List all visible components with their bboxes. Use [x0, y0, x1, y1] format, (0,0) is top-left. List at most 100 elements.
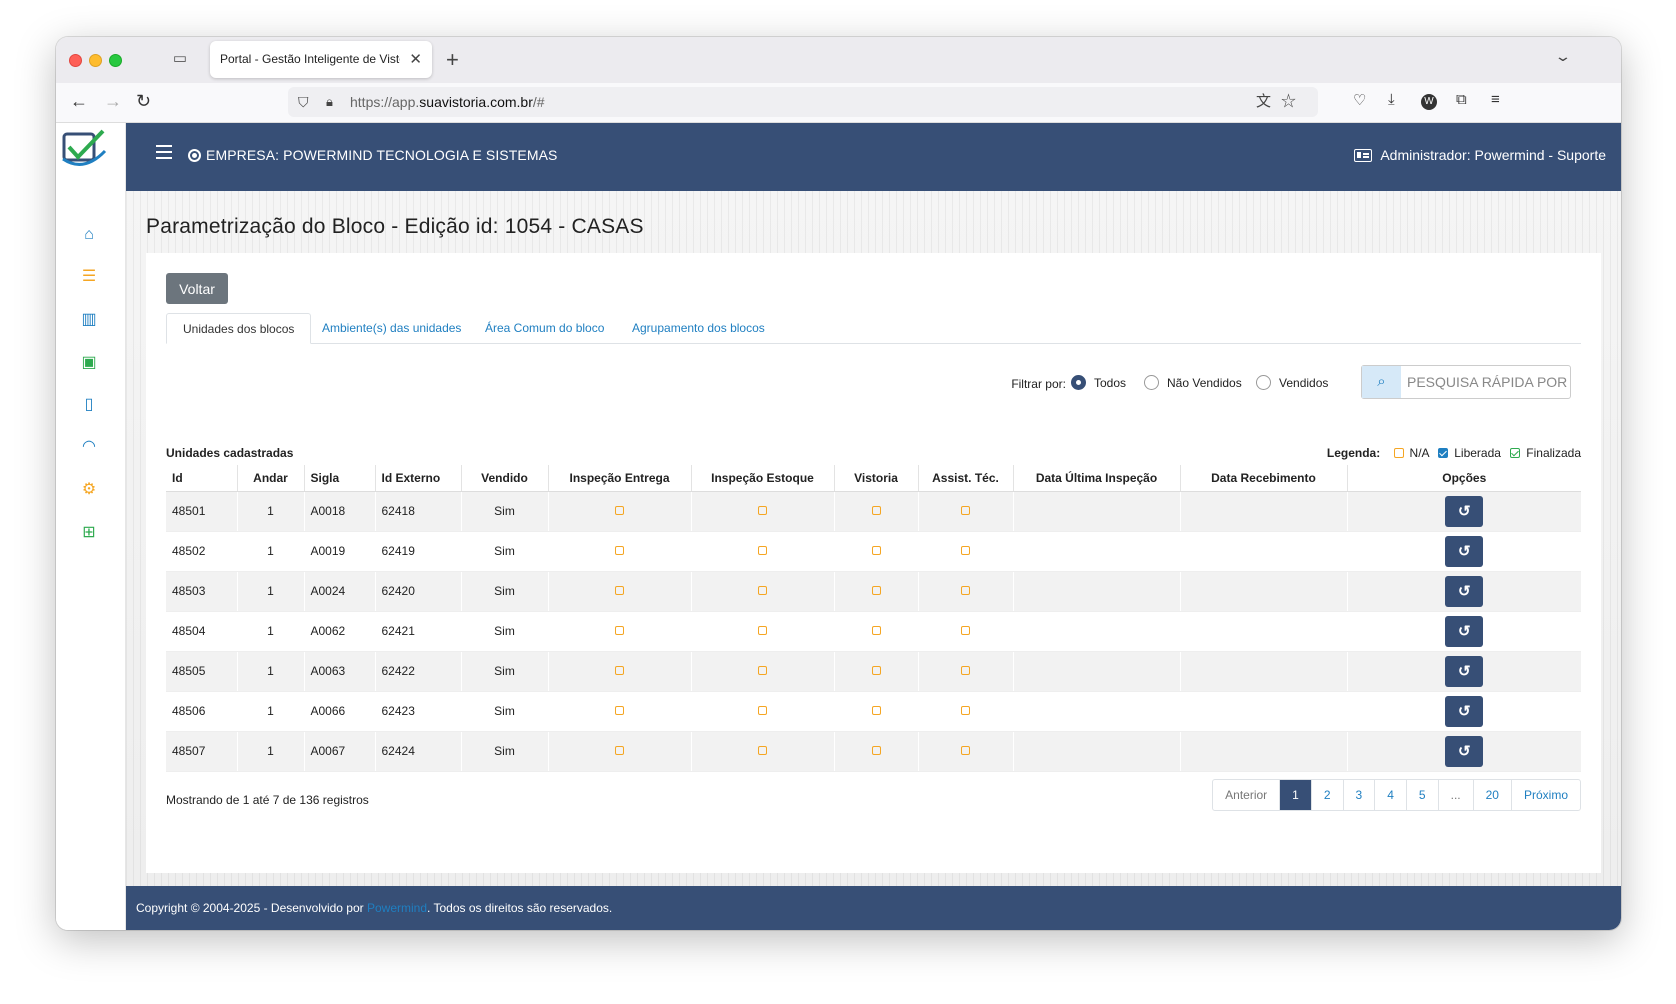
col-data-ultima-inspecao[interactable]: Data Última Inspeção: [1013, 465, 1181, 492]
radio-vendidos[interactable]: Vendidos: [1256, 375, 1328, 390]
pagination-page[interactable]: 1: [1280, 780, 1312, 810]
inspecao-entrega-status-checkbox[interactable]: [615, 546, 624, 555]
radio-nao-vendidos[interactable]: Não Vendidos: [1144, 375, 1242, 390]
medkit-icon[interactable]: ⊞: [79, 523, 99, 543]
search-icon[interactable]: ⌕: [1362, 366, 1401, 398]
vistoria-status-checkbox[interactable]: [871, 666, 881, 675]
radio-circle[interactable]: [1256, 375, 1271, 390]
lock-icon[interactable]: 🔒︎: [326, 87, 333, 117]
inspecao-estoque-status-checkbox[interactable]: [758, 626, 767, 635]
tab-area-comum[interactable]: Área Comum do bloco: [469, 313, 620, 344]
history-icon[interactable]: ↺: [1445, 615, 1484, 647]
pagination-prev[interactable]: Anterior: [1213, 780, 1281, 810]
pagination-page[interactable]: 2: [1312, 780, 1344, 810]
profile-avatar-icon[interactable]: W: [1421, 94, 1437, 110]
footer-brand-link[interactable]: Powermind: [367, 901, 427, 915]
tab-unidades[interactable]: Unidades dos blocos: [166, 313, 312, 344]
menu-icon[interactable]: ≡: [1491, 91, 1500, 108]
tab-list-icon[interactable]: ▭: [171, 50, 189, 68]
radio-todos[interactable]: Todos: [1071, 375, 1126, 390]
inspecao-entrega-status-checkbox[interactable]: [615, 626, 624, 635]
maximize-window-button[interactable]: [109, 54, 122, 67]
col-inspecao-estoque[interactable]: Inspeção Estoque: [691, 465, 835, 492]
assist-tec-status-checkbox[interactable]: [961, 506, 970, 515]
translate-icon[interactable]: 文: [1256, 93, 1281, 110]
vistoria-status-checkbox[interactable]: [871, 546, 881, 555]
url-text[interactable]: https://app.suavistoria.com.br/#: [350, 87, 545, 117]
history-icon[interactable]: ↺: [1445, 655, 1484, 687]
download-icon[interactable]: ⤓: [1388, 91, 1395, 108]
forward-arrow-icon[interactable]: →: [104, 91, 122, 112]
star-icon[interactable]: ☆: [1281, 93, 1306, 110]
inspecao-estoque-status-checkbox[interactable]: [758, 666, 767, 675]
inspecao-estoque-status-checkbox[interactable]: [758, 586, 767, 595]
inspecao-entrega-status-checkbox[interactable]: [615, 586, 624, 595]
col-vistoria[interactable]: Vistoria: [834, 465, 919, 492]
assist-tec-status-checkbox[interactable]: [961, 666, 970, 675]
search-input[interactable]: [1407, 366, 1567, 398]
chevron-down-icon[interactable]: ⌄: [1554, 48, 1572, 65]
assist-tec-status-checkbox[interactable]: [961, 586, 970, 595]
col-assist-tec[interactable]: Assist. Téc.: [918, 465, 1014, 492]
history-icon[interactable]: ↺: [1445, 735, 1484, 767]
vistoria-status-checkbox[interactable]: [871, 506, 881, 515]
close-window-button[interactable]: [69, 54, 82, 67]
pagination-page[interactable]: 4: [1375, 780, 1407, 810]
dashboard-icon[interactable]: ◠: [79, 437, 99, 457]
pagination-next[interactable]: Próximo: [1512, 780, 1580, 810]
reload-icon[interactable]: ↻: [136, 91, 151, 112]
inspecao-entrega-status-checkbox[interactable]: [615, 506, 624, 515]
inspecao-entrega-status-checkbox[interactable]: [615, 666, 624, 675]
col-data-recebimento[interactable]: Data Recebimento: [1180, 465, 1348, 492]
pocket-icon[interactable]: ♡: [1353, 91, 1366, 109]
back-arrow-icon[interactable]: ←: [70, 91, 88, 112]
hamburger-menu-icon[interactable]: [156, 145, 172, 159]
assist-tec-status-checkbox[interactable]: [961, 626, 970, 635]
pagination-page[interactable]: 5: [1407, 780, 1439, 810]
list-icon[interactable]: ☰: [79, 267, 99, 287]
vistoria-status-checkbox[interactable]: [871, 626, 881, 635]
shield-icon[interactable]: ⛉: [298, 87, 309, 117]
tab-ambientes[interactable]: Ambiente(s) das unidades: [306, 313, 477, 344]
radio-circle[interactable]: [1144, 375, 1159, 390]
vistoria-status-checkbox[interactable]: [871, 586, 881, 595]
vistoria-status-checkbox[interactable]: [871, 746, 881, 755]
history-icon[interactable]: ↺: [1445, 575, 1484, 607]
new-tab-icon[interactable]: +: [446, 47, 459, 73]
history-icon[interactable]: ↺: [1445, 695, 1484, 727]
close-tab-icon[interactable]: ✕: [409, 41, 422, 78]
col-inspecao-entrega[interactable]: Inspeção Entrega: [548, 465, 692, 492]
document-icon[interactable]: ▯: [79, 395, 99, 415]
col-id-externo[interactable]: Id Externo: [375, 465, 462, 492]
assist-tec-status-checkbox[interactable]: [961, 546, 970, 555]
inspecao-estoque-status-checkbox[interactable]: [758, 506, 767, 515]
inspecao-entrega-status-checkbox[interactable]: [615, 706, 624, 715]
history-icon[interactable]: ↺: [1445, 495, 1484, 527]
browser-tab-active[interactable]: Portal - Gestão Inteligente de Vistorias…: [210, 41, 432, 78]
inspecao-estoque-status-checkbox[interactable]: [758, 706, 767, 715]
admin-user[interactable]: Administrador: Powermind - Suporte: [1354, 147, 1606, 163]
url-bar[interactable]: ⛉ 🔒︎ https://app.suavistoria.com.br/# 文☆: [288, 87, 1318, 117]
tab-agrupamento[interactable]: Agrupamento dos blocos: [616, 313, 781, 344]
gear-icon[interactable]: ⚙: [79, 480, 99, 500]
inspecao-entrega-status-checkbox[interactable]: [615, 746, 624, 755]
col-id[interactable]: Id: [166, 465, 238, 492]
pagination-page[interactable]: 3: [1344, 780, 1376, 810]
col-andar[interactable]: Andar: [237, 465, 305, 492]
app-logo[interactable]: [61, 129, 107, 169]
assist-tec-status-checkbox[interactable]: [961, 706, 970, 715]
col-sigla[interactable]: Sigla: [304, 465, 376, 492]
home-icon[interactable]: ⌂: [79, 225, 99, 245]
minimize-window-button[interactable]: [89, 54, 102, 67]
inspecao-estoque-status-checkbox[interactable]: [758, 546, 767, 555]
building-icon[interactable]: ▥: [79, 310, 99, 330]
calendar-check-icon[interactable]: ▣: [79, 353, 99, 373]
extensions-icon[interactable]: ⧉: [1456, 91, 1467, 108]
back-button[interactable]: Voltar: [166, 273, 228, 304]
col-vendido[interactable]: Vendido: [461, 465, 549, 492]
radio-circle[interactable]: [1071, 375, 1086, 390]
vistoria-status-checkbox[interactable]: [871, 706, 881, 715]
inspecao-estoque-status-checkbox[interactable]: [758, 746, 767, 755]
history-icon[interactable]: ↺: [1445, 535, 1484, 567]
pagination-page[interactable]: 20: [1474, 780, 1512, 810]
